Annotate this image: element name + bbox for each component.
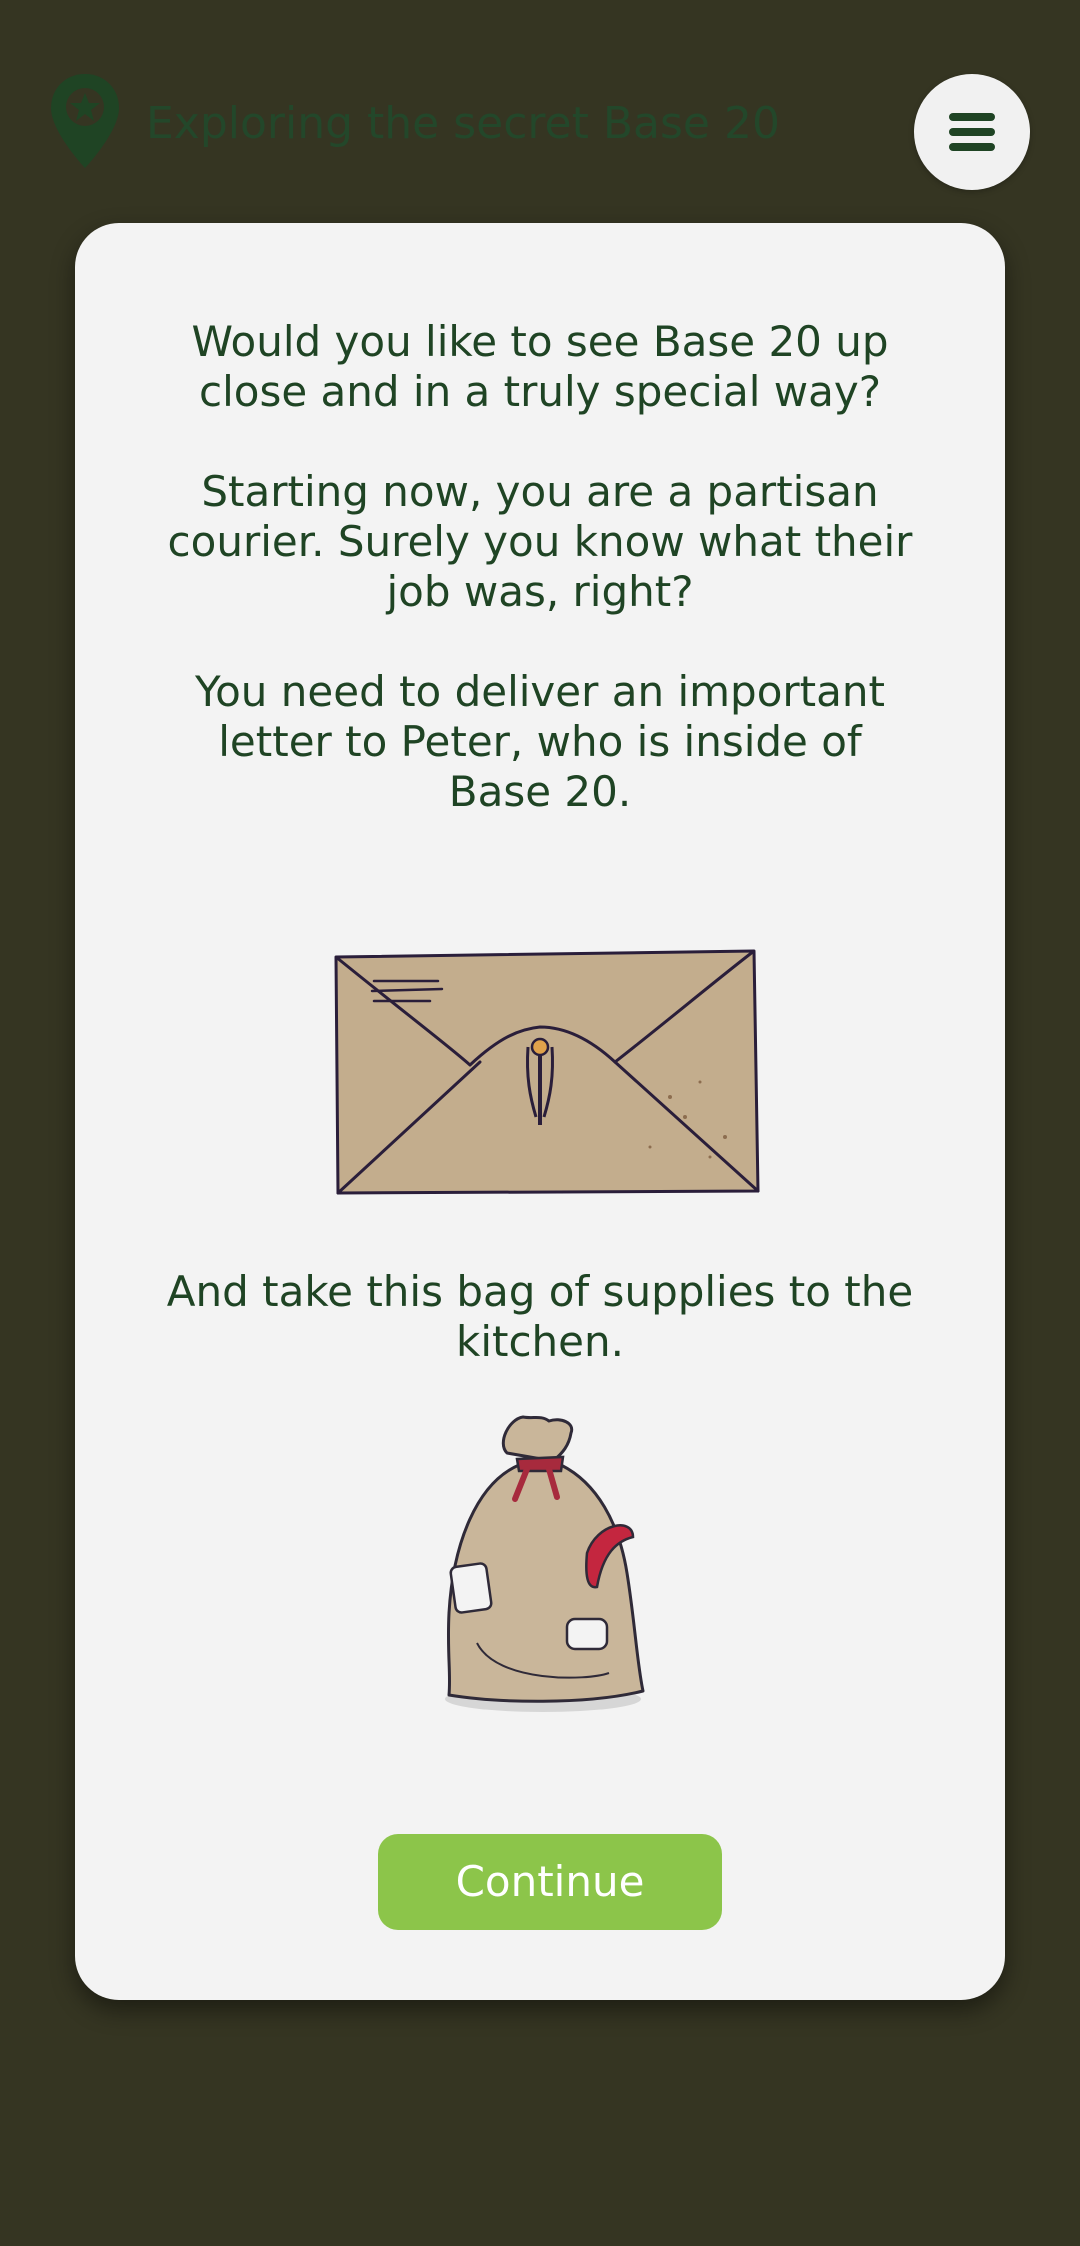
app-header: Exploring the secret Base 20: [0, 0, 1080, 200]
courier-paragraph: Starting now, you are a partisan courier…: [167, 467, 913, 616]
intro-card: Would you like to see Base 20 up close a…: [75, 223, 1005, 2000]
hamburger-menu-icon: [949, 113, 995, 151]
app-title: Exploring the secret Base 20: [146, 98, 780, 149]
supplies-paragraph: And take this bag of supplies to the kit…: [166, 1267, 914, 1366]
continue-button[interactable]: Continue: [378, 1834, 722, 1930]
envelope-illustration: [334, 949, 760, 1195]
letter-paragraph: You need to deliver an important letter …: [195, 667, 885, 816]
map-pin-star-icon: [51, 74, 119, 168]
intro-paragraph: Would you like to see Base 20 up close a…: [191, 317, 889, 416]
menu-button[interactable]: [914, 74, 1030, 190]
supply-bag-illustration: [445, 1415, 645, 1712]
